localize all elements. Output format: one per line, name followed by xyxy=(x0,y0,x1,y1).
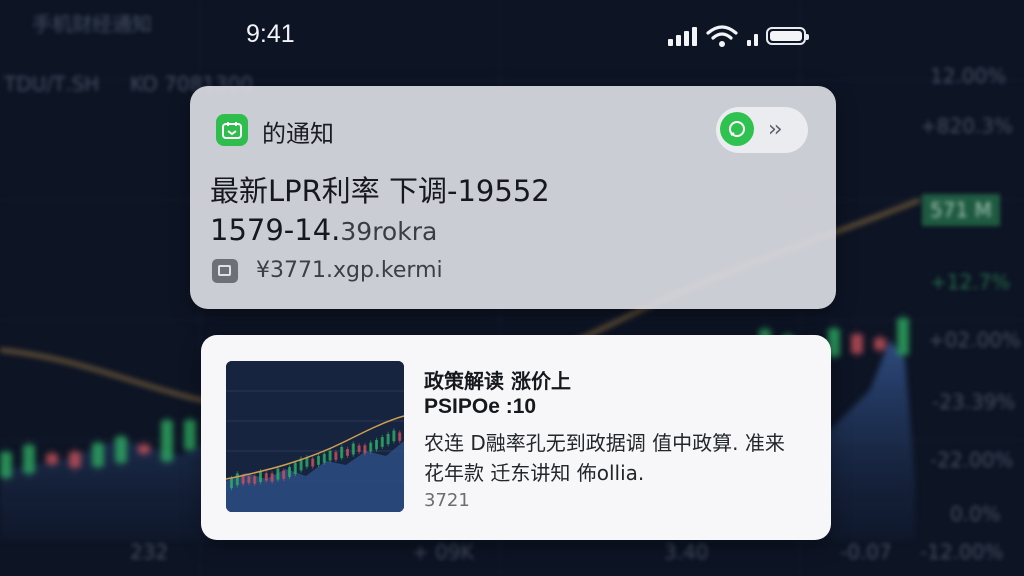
notification-secondary[interactable]: 政策解读 涨价上 PSIPOe :10 农连 D融率孔无到政据调 值中政算. 准… xyxy=(201,335,831,540)
cellular-signal-icon xyxy=(668,26,697,46)
notification-detail: 1579-14.39rokra xyxy=(210,213,437,247)
bg-label: 手机财经通知 xyxy=(32,12,152,36)
thumbnail-chart-graphic xyxy=(226,361,404,512)
battery-icon xyxy=(766,27,809,45)
bg-label: + 09K xyxy=(412,540,474,564)
notification-body-line: 农连 D融率孔无到政据调 值中政算. 准来 xyxy=(424,431,785,455)
bg-label: -0.07 xyxy=(840,540,892,564)
notification-time: 3721 xyxy=(424,490,470,511)
bg-label: 3.40 xyxy=(664,540,709,564)
status-icons xyxy=(668,24,809,48)
bg-label: 0.0% xyxy=(950,502,1001,526)
bg-label: +12.7% xyxy=(930,270,1011,294)
notification-detail-main: 1579-14. xyxy=(210,213,341,247)
bg-label: 232 xyxy=(130,540,169,564)
notification-actions[interactable]: ›› xyxy=(716,107,808,153)
app-icon xyxy=(216,114,248,146)
chart-thumbnail xyxy=(226,361,404,512)
notification-detail-faded: 39rokra xyxy=(340,217,438,246)
folder-icon xyxy=(212,259,238,283)
status-time: 9:41 xyxy=(246,20,295,48)
bg-label: -12.00% xyxy=(920,540,1004,564)
notification-subtitle: PSIPOe :10 xyxy=(424,395,537,418)
expand-chevron-icon[interactable]: ›› xyxy=(768,117,783,142)
bg-label: -23.39% xyxy=(932,390,1016,414)
chat-bubble-icon[interactable] xyxy=(720,112,754,146)
notification-source[interactable]: ¥3771.xgp.kermi xyxy=(256,258,443,283)
notification-headline: 最新LPR利率 下调-19552 xyxy=(210,174,550,208)
notification-body-line: 花年款 迁东讲知 佈ollia. xyxy=(424,461,645,485)
bg-label: ТDU/Т.SH xyxy=(4,72,100,96)
message-box-icon xyxy=(222,122,242,139)
secondary-signal-icon xyxy=(747,26,758,46)
app-name: 的通知 xyxy=(262,120,334,148)
bg-label: -22.00% xyxy=(930,448,1014,472)
bg-badge: 571 M xyxy=(922,194,1000,226)
notification-primary[interactable]: 的通知 ›› 最新LPR利率 下调-19552 1579-14.39rokra … xyxy=(190,86,836,309)
bg-label: 12.00% xyxy=(930,64,1007,88)
bg-label: +820.3% xyxy=(920,114,1014,138)
wifi-icon xyxy=(706,25,738,47)
bg-label: +02.00% xyxy=(928,328,1022,352)
notification-title: 政策解读 涨价上 xyxy=(424,369,571,393)
